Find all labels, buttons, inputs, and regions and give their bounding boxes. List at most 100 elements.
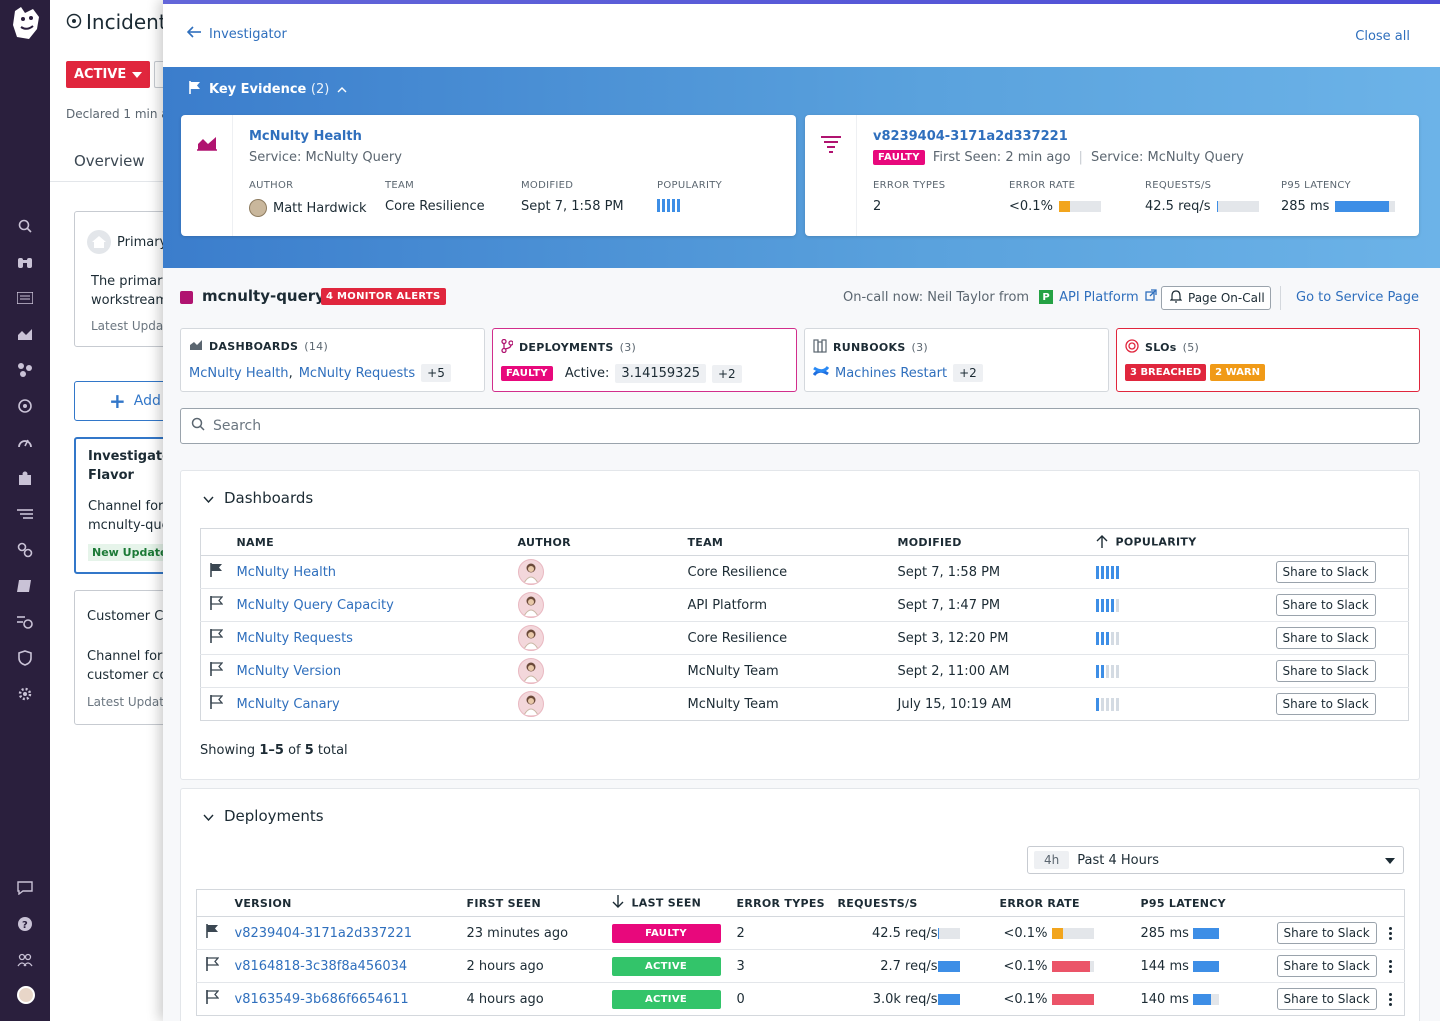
share-to-slack-button[interactable]: Share to Slack <box>1275 627 1376 649</box>
link-icon[interactable] <box>16 541 34 559</box>
version-link[interactable]: v8164818-3c38f8a456034 <box>235 959 408 974</box>
datadog-logo-icon[interactable] <box>9 5 43 41</box>
column-header-name[interactable]: NAME <box>236 528 518 556</box>
table-row[interactable]: McNulty Version McNulty Team Sept 2, 11:… <box>200 654 1409 688</box>
table-row[interactable]: v8239404-3171a2d337221 23 minutes ago FA… <box>196 916 1405 950</box>
dashboard-name-link[interactable]: McNulty Version <box>237 664 342 679</box>
table-row[interactable]: v8163549-3b686f6654611 4 hours ago ACTIV… <box>197 983 1405 1016</box>
evidence-deployment-version[interactable]: v8239404-3171a2d337221 <box>873 129 1068 144</box>
team-link[interactable]: API Platform <box>1059 290 1139 305</box>
table-row[interactable]: McNulty Canary McNulty Team July 15, 10:… <box>201 688 1409 721</box>
list-icon[interactable] <box>16 289 34 307</box>
flag-outline-icon[interactable] <box>200 588 237 622</box>
team-icon[interactable] <box>16 951 34 969</box>
back-to-investigator-link[interactable]: Investigator <box>186 26 287 42</box>
security-scan-icon[interactable] <box>16 613 34 631</box>
column-header-version[interactable]: VERSION <box>234 889 467 917</box>
summary-runbooks[interactable]: RUNBOOKS (3) Machines Restart +2 <box>804 328 1109 392</box>
notebook-icon[interactable] <box>16 577 34 595</box>
more-options-icon[interactable] <box>1388 927 1392 940</box>
time-range-select[interactable]: 4h Past 4 Hours <box>1027 846 1404 874</box>
logs-icon[interactable] <box>16 505 34 523</box>
warn-badge[interactable]: 2 WARN <box>1210 364 1266 381</box>
dashboards-table: NAME AUTHOR TEAM MODIFIED POPULARITY McN… <box>200 528 1409 721</box>
help-icon[interactable]: ? <box>16 915 34 933</box>
column-header-requests[interactable]: REQUESTS/S <box>837 889 1000 917</box>
shield-icon[interactable] <box>16 649 34 667</box>
search-icon[interactable] <box>16 217 34 235</box>
gear-icon[interactable] <box>16 685 34 703</box>
dashboard-name-link[interactable]: McNulty Canary <box>237 697 340 712</box>
active-version[interactable]: 3.14159325 <box>615 364 706 383</box>
summary-dashboards[interactable]: DASHBOARDS (14) McNulty Health, McNulty … <box>180 328 485 392</box>
flag-filled-icon[interactable] <box>200 555 237 589</box>
share-to-slack-button[interactable]: Share to Slack <box>1276 922 1377 944</box>
column-header-team[interactable]: TEAM <box>687 528 898 556</box>
infrastructure-icon[interactable] <box>16 361 34 379</box>
summary-deployments[interactable]: DEPLOYMENTS (3) FAULTY Active: 3.1415932… <box>492 328 797 392</box>
user-avatar[interactable] <box>17 986 35 1004</box>
dashboard-name-link[interactable]: McNulty Query Capacity <box>237 598 394 613</box>
evidence-card-dashboard[interactable]: McNulty Health Service: McNulty Query AU… <box>181 115 796 236</box>
flag-outline-icon[interactable] <box>196 949 235 983</box>
column-header-modified[interactable]: MODIFIED <box>897 528 1096 556</box>
dashboard-name-link[interactable]: McNulty Requests <box>237 631 353 646</box>
monitor-alerts-badge[interactable]: 4 MONITOR ALERTS <box>321 288 446 305</box>
more-count[interactable]: +5 <box>421 364 451 382</box>
version-link[interactable]: v8163549-3b686f6654611 <box>235 992 409 1007</box>
column-header-last-seen[interactable]: LAST SEEN <box>611 889 737 917</box>
dashboard-name-link[interactable]: McNulty Health <box>237 565 337 580</box>
more-options-icon[interactable] <box>1388 960 1392 973</box>
go-to-service-page-link[interactable]: Go to Service Page <box>1296 290 1419 305</box>
tab-overview[interactable]: Overview <box>74 152 145 170</box>
target-icon[interactable] <box>16 397 34 415</box>
more-count[interactable]: +2 <box>712 364 742 383</box>
dashboard-link[interactable]: McNulty Requests <box>299 366 415 381</box>
column-header-popularity[interactable]: POPULARITY <box>1095 528 1276 556</box>
column-header-first-seen[interactable]: FIRST SEEN <box>466 889 612 917</box>
dashboards-section-toggle[interactable]: Dashboards <box>203 489 313 507</box>
flag-outline-icon[interactable] <box>200 621 237 655</box>
page-oncall-button[interactable]: Page On-Call <box>1161 286 1271 310</box>
column-header-error-types[interactable]: ERROR TYPES <box>736 889 838 917</box>
share-to-slack-button[interactable]: Share to Slack <box>1275 561 1376 583</box>
incident-status-button[interactable]: ACTIVE <box>66 61 150 88</box>
share-to-slack-button[interactable]: Share to Slack <box>1275 693 1376 715</box>
more-count[interactable]: +2 <box>953 364 983 382</box>
runbook-link[interactable]: Machines Restart <box>835 366 947 381</box>
deployments-section-toggle[interactable]: Deployments <box>203 807 324 825</box>
share-to-slack-button[interactable]: Share to Slack <box>1276 988 1377 1010</box>
puzzle-icon[interactable] <box>16 469 34 487</box>
flag-outline-icon[interactable] <box>200 654 237 688</box>
table-row[interactable]: McNulty Requests Core Resilience Sept 3,… <box>200 621 1409 655</box>
chart-icon[interactable] <box>16 325 34 343</box>
table-row[interactable]: McNulty Query Capacity API Platform Sept… <box>200 588 1409 622</box>
table-row[interactable]: v8164818-3c38f8a456034 2 hours ago ACTIV… <box>196 949 1405 983</box>
summary-slos[interactable]: SLOs (5) 3 BREACHED 2 WARN <box>1116 328 1420 392</box>
search-box[interactable] <box>180 408 1420 444</box>
search-input[interactable] <box>213 418 1393 434</box>
version-link[interactable]: v8239404-3171a2d337221 <box>235 926 412 941</box>
column-header-p95-latency[interactable]: P95 LATENCY <box>1140 889 1277 917</box>
evidence-card-deployment[interactable]: v8239404-3171a2d337221 FAULTY First Seen… <box>805 115 1419 236</box>
binoculars-icon[interactable] <box>16 253 34 271</box>
external-link-icon[interactable] <box>1144 289 1157 305</box>
more-options-icon[interactable] <box>1388 993 1392 1006</box>
table-row[interactable]: McNulty Health Core Resilience Sept 7, 1… <box>200 555 1409 589</box>
flag-outline-icon[interactable] <box>197 983 235 1016</box>
chat-icon[interactable] <box>16 879 34 897</box>
breached-badge[interactable]: 3 BREACHED <box>1125 364 1207 381</box>
column-header-error-rate[interactable]: ERROR RATE <box>999 889 1141 917</box>
share-to-slack-button[interactable]: Share to Slack <box>1275 594 1376 616</box>
gauge-icon[interactable] <box>16 433 34 451</box>
flag-filled-icon[interactable] <box>196 916 235 950</box>
share-to-slack-button[interactable]: Share to Slack <box>1275 660 1376 682</box>
column-header-author[interactable]: AUTHOR <box>517 528 688 556</box>
evidence-dashboard-title[interactable]: McNulty Health <box>249 129 362 144</box>
key-evidence-toggle[interactable]: Key Evidence (2) <box>189 81 347 98</box>
close-all-link[interactable]: Close all <box>1355 29 1410 44</box>
share-to-slack-button[interactable]: Share to Slack <box>1276 955 1377 977</box>
metric-bar-fill <box>1051 993 1094 1005</box>
flag-outline-icon[interactable] <box>201 688 237 721</box>
dashboard-link[interactable]: McNulty Health <box>189 366 289 381</box>
